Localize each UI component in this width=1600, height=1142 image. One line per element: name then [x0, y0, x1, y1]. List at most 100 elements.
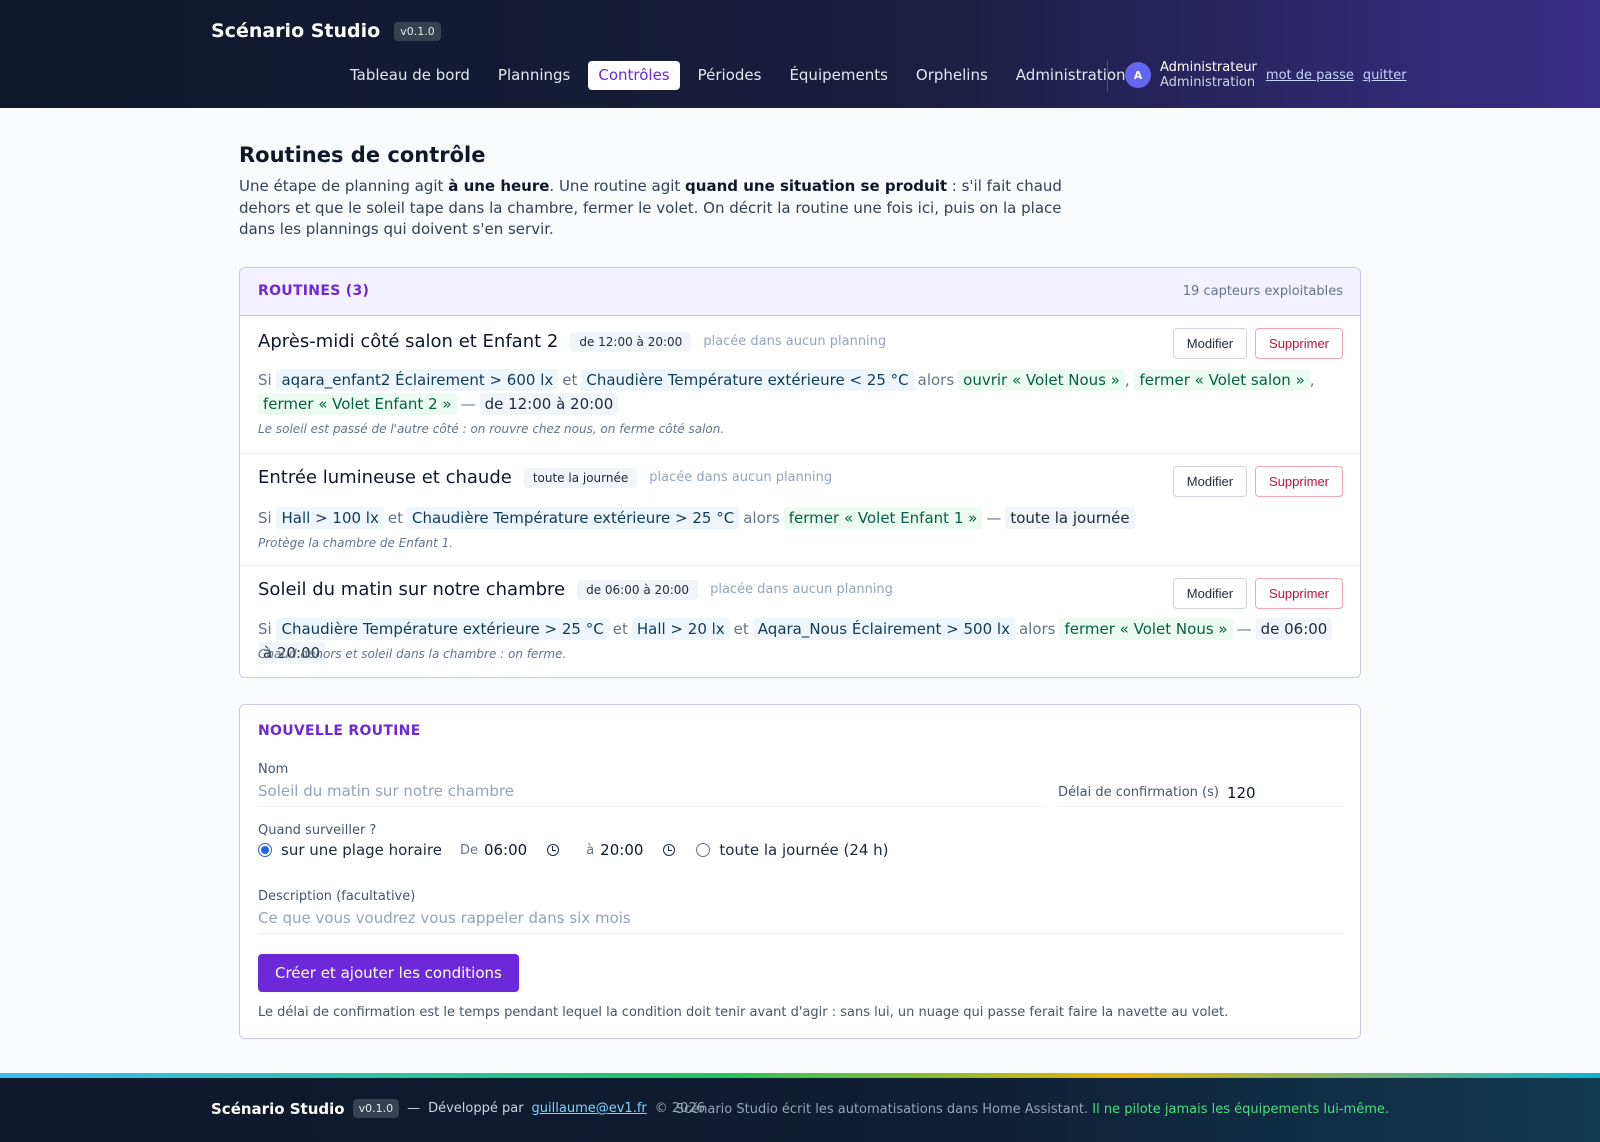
- routine-row: Soleil du matin sur notre chambre de 06:…: [240, 566, 1360, 678]
- delete-button[interactable]: Supprimer: [1255, 328, 1343, 359]
- routine-window-badge: toute la journée: [523, 467, 638, 488]
- footer-info: Scénario Studio écrit les automatisation…: [675, 1102, 1089, 1117]
- from-time-value: 06:00: [483, 841, 528, 859]
- condition-chip: Hall > 100 lx: [276, 507, 384, 529]
- clock-icon[interactable]: [663, 844, 676, 856]
- routine-row: Entrée lumineuse et chaude toute la jour…: [240, 454, 1360, 566]
- action-chip: fermer « Volet Enfant 2 »: [258, 393, 457, 415]
- nav-divider: [1107, 60, 1108, 92]
- condition-chip: Chaudière Température extérieure > 25 °C: [276, 618, 609, 640]
- delay-field: Délai de confirmation (s) 120: [1058, 779, 1344, 807]
- routines-card: ROUTINES (3) 19 capteurs exploitables Ap…: [239, 267, 1361, 678]
- routine-window-badge: de 12:00 à 20:00: [570, 331, 692, 352]
- delay-input[interactable]: 120: [1227, 784, 1256, 802]
- routine-name: Après-midi côté salon et Enfant 2: [258, 331, 559, 352]
- word-and: et: [612, 620, 628, 638]
- comma: ,: [1124, 371, 1130, 389]
- dash: —: [986, 509, 1002, 527]
- footer-dev-prefix: Développé par: [428, 1101, 524, 1116]
- nav-administration[interactable]: Administration: [1006, 61, 1136, 90]
- top-header: Scénario Studio v0.1.0 Tableau de bord P…: [0, 0, 1600, 108]
- new-routine-card: NOUVELLE ROUTINE Nom Soleil du matin sur…: [239, 704, 1361, 1039]
- user-menu: A Administrateur Administration mot de p…: [1125, 60, 1407, 90]
- routine-header: Après-midi côté salon et Enfant 2 de 12:…: [258, 331, 886, 352]
- name-input[interactable]: Soleil du matin sur notre chambre: [258, 779, 1042, 807]
- intro-text: . Une routine agit: [549, 177, 686, 195]
- routine-actions: Modifier Supprimer: [1172, 578, 1343, 609]
- word-if: Si: [258, 509, 272, 527]
- description-input[interactable]: Ce que vous voudrez vous rappeler dans s…: [258, 906, 1344, 934]
- word-then: alors: [917, 371, 955, 389]
- condition-chip: Aqara_Nous Éclairement > 500 lx: [752, 618, 1015, 640]
- developer-email-link[interactable]: guillaume@ev1.fr: [532, 1101, 647, 1116]
- to-label: à: [586, 842, 595, 858]
- routine-actions: Modifier Supprimer: [1172, 466, 1343, 497]
- to-time-input[interactable]: 20:00: [600, 841, 676, 859]
- routine-name: Soleil du matin sur notre chambre: [258, 579, 566, 600]
- routine-rule: Si Hall > 100 lx et Chaudière Température …: [258, 506, 1328, 530]
- brand: Scénario Studio v0.1.0: [211, 20, 441, 42]
- form-title: NOUVELLE ROUTINE: [258, 723, 421, 739]
- action-chip: ouvrir « Volet Nous »: [958, 369, 1125, 391]
- routine-row: Après-midi côté salon et Enfant 2 de 12:…: [240, 316, 1360, 454]
- user-name: Administrateur: [1160, 60, 1257, 75]
- name-label: Nom: [258, 762, 289, 777]
- option-allday-label[interactable]: toute la journée (24 h): [719, 841, 888, 859]
- description-label: Description (facultative): [258, 889, 416, 904]
- from-time-input[interactable]: 06:00: [483, 841, 560, 859]
- word-and: et: [387, 509, 403, 527]
- delete-button[interactable]: Supprimer: [1255, 466, 1343, 497]
- action-chip: fermer « Volet salon »: [1134, 369, 1310, 391]
- edit-button[interactable]: Modifier: [1172, 466, 1248, 497]
- word-and: et: [733, 620, 749, 638]
- window-chip: toute la journée: [1005, 507, 1135, 529]
- routine-header: Soleil du matin sur notre chambre de 06:…: [258, 579, 893, 600]
- delete-button[interactable]: Supprimer: [1255, 578, 1343, 609]
- option-range-label[interactable]: sur une plage horaire: [281, 841, 442, 859]
- dash: —: [460, 395, 476, 413]
- nav-equipements[interactable]: Équipements: [779, 61, 897, 90]
- routine-window-badge: de 06:00 à 20:00: [577, 579, 699, 600]
- nav-plannings[interactable]: Plannings: [488, 61, 580, 90]
- routine-note: Protège la chambre de Enfant 1.: [258, 536, 454, 550]
- footer-left: Scénario Studio v0.1.0 — Développé par g…: [211, 1099, 705, 1118]
- routine-placement: placée dans aucun planning: [710, 582, 893, 597]
- nav-periodes[interactable]: Périodes: [688, 61, 772, 90]
- routine-note: Le soleil est passé de l'autre côté : on…: [258, 422, 725, 436]
- page-title: Routines de contrôle: [239, 143, 486, 167]
- radio-range[interactable]: [258, 843, 272, 857]
- routine-rule: Si aqara_enfant2 Éclairement > 600 lx et C…: [258, 368, 1328, 416]
- sensor-count: 19 capteurs exploitables: [1182, 284, 1343, 299]
- routines-title: ROUTINES (3): [258, 283, 370, 299]
- page-intro: Une étape de planning agit à une heure. …: [239, 176, 1069, 241]
- word-then: alors: [743, 509, 780, 527]
- routine-name: Entrée lumineuse et chaude: [258, 467, 512, 488]
- main-nav: Tableau de bord Plannings Contrôles Péri…: [340, 61, 1136, 90]
- footer-app-name: Scénario Studio: [211, 1099, 345, 1118]
- dash: —: [1236, 620, 1252, 638]
- clock-icon[interactable]: [547, 844, 560, 856]
- routine-note: Chaud dehors et soleil dans la chambre :…: [258, 647, 567, 661]
- footer-accent-bar: [0, 1073, 1600, 1078]
- delay-label: Délai de confirmation (s): [1058, 785, 1219, 800]
- nav-orphelins[interactable]: Orphelins: [906, 61, 998, 90]
- edit-button[interactable]: Modifier: [1172, 578, 1248, 609]
- help-text: Le délai de confirmation est le temps pe…: [258, 1005, 1229, 1020]
- routines-card-header: ROUTINES (3) 19 capteurs exploitables: [240, 268, 1360, 316]
- logout-link[interactable]: quitter: [1363, 68, 1407, 83]
- action-chip: fermer « Volet Enfant 1 »: [783, 507, 983, 529]
- condition-chip: Chaudière Température extérieure > 25 °C: [406, 507, 740, 529]
- comma: ,: [1309, 371, 1315, 389]
- nav-tableau-de-bord[interactable]: Tableau de bord: [340, 61, 480, 90]
- create-routine-button[interactable]: Créer et ajouter les conditions: [258, 954, 519, 992]
- footer-highlight: Il ne pilote jamais les équipements lui-…: [1092, 1102, 1389, 1117]
- edit-button[interactable]: Modifier: [1172, 328, 1248, 359]
- radio-allday[interactable]: [696, 843, 711, 857]
- routine-placement: placée dans aucun planning: [649, 470, 833, 485]
- nav-controles[interactable]: Contrôles: [588, 61, 680, 90]
- user-info: Administrateur Administration: [1160, 60, 1257, 90]
- app-name[interactable]: Scénario Studio: [211, 20, 380, 42]
- intro-emphasis: à une heure: [448, 177, 550, 195]
- change-password-link[interactable]: mot de passe: [1266, 68, 1354, 83]
- word-if: Si: [258, 620, 272, 638]
